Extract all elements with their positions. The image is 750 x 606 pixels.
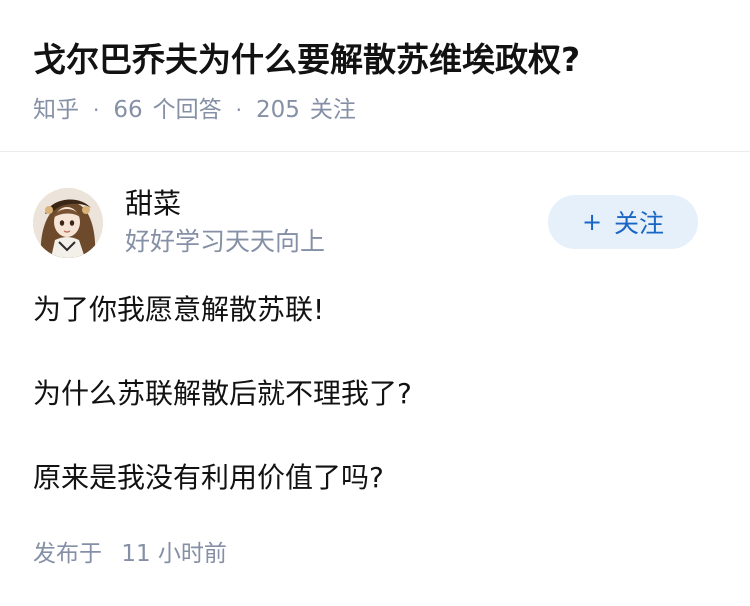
question-meta: 知乎 · 66 个回答 · 205 关注 (33, 94, 356, 126)
author-info: 甜菜 好好学习天天向上 + 关注 (0, 180, 750, 270)
source-label[interactable]: 知乎 (33, 94, 79, 126)
anime-girl-avatar-icon (33, 188, 103, 258)
answer-paragraph: 为了你我愿意解散苏联! (33, 293, 325, 326)
answer-content: 为了你我愿意解散苏联! 为什么苏联解散后就不理我了? 原来是我没有利用价值了吗? (33, 290, 723, 498)
answer-paragraph: 为什么苏联解散后就不理我了? (33, 377, 412, 410)
question-header: 戈尔巴乔夫为什么要解散苏维埃政权? 知乎 · 66 个回答 · 205 关注 (0, 0, 750, 152)
publish-time-value: 11 小时前 (121, 541, 227, 567)
follow-button[interactable]: + 关注 (548, 195, 698, 249)
publish-prefix: 发布于 (33, 541, 102, 567)
publish-time: 发布于 11 小时前 (33, 538, 227, 570)
follow-count-label[interactable]: 关注 (310, 94, 356, 126)
answer-count-label[interactable]: 个回答 (153, 94, 222, 126)
follow-button-label: 关注 (614, 209, 665, 238)
answer-count[interactable]: 66 (113, 94, 142, 126)
answer-paragraph: 原来是我没有利用价值了吗? (33, 461, 384, 494)
author-name[interactable]: 甜菜 (125, 186, 181, 222)
plus-icon: + (581, 208, 603, 236)
avatar[interactable] (33, 188, 103, 258)
zhihu-answer-page: 戈尔巴乔夫为什么要解散苏维埃政权? 知乎 · 66 个回答 · 205 关注 甜… (0, 0, 750, 606)
author-bio: 好好学习天天向上 (125, 227, 326, 256)
question-title[interactable]: 戈尔巴乔夫为什么要解散苏维埃政权? (33, 38, 580, 82)
follow-count[interactable]: 205 (256, 94, 300, 126)
meta-separator: · (93, 98, 100, 122)
meta-separator: · (235, 98, 242, 122)
